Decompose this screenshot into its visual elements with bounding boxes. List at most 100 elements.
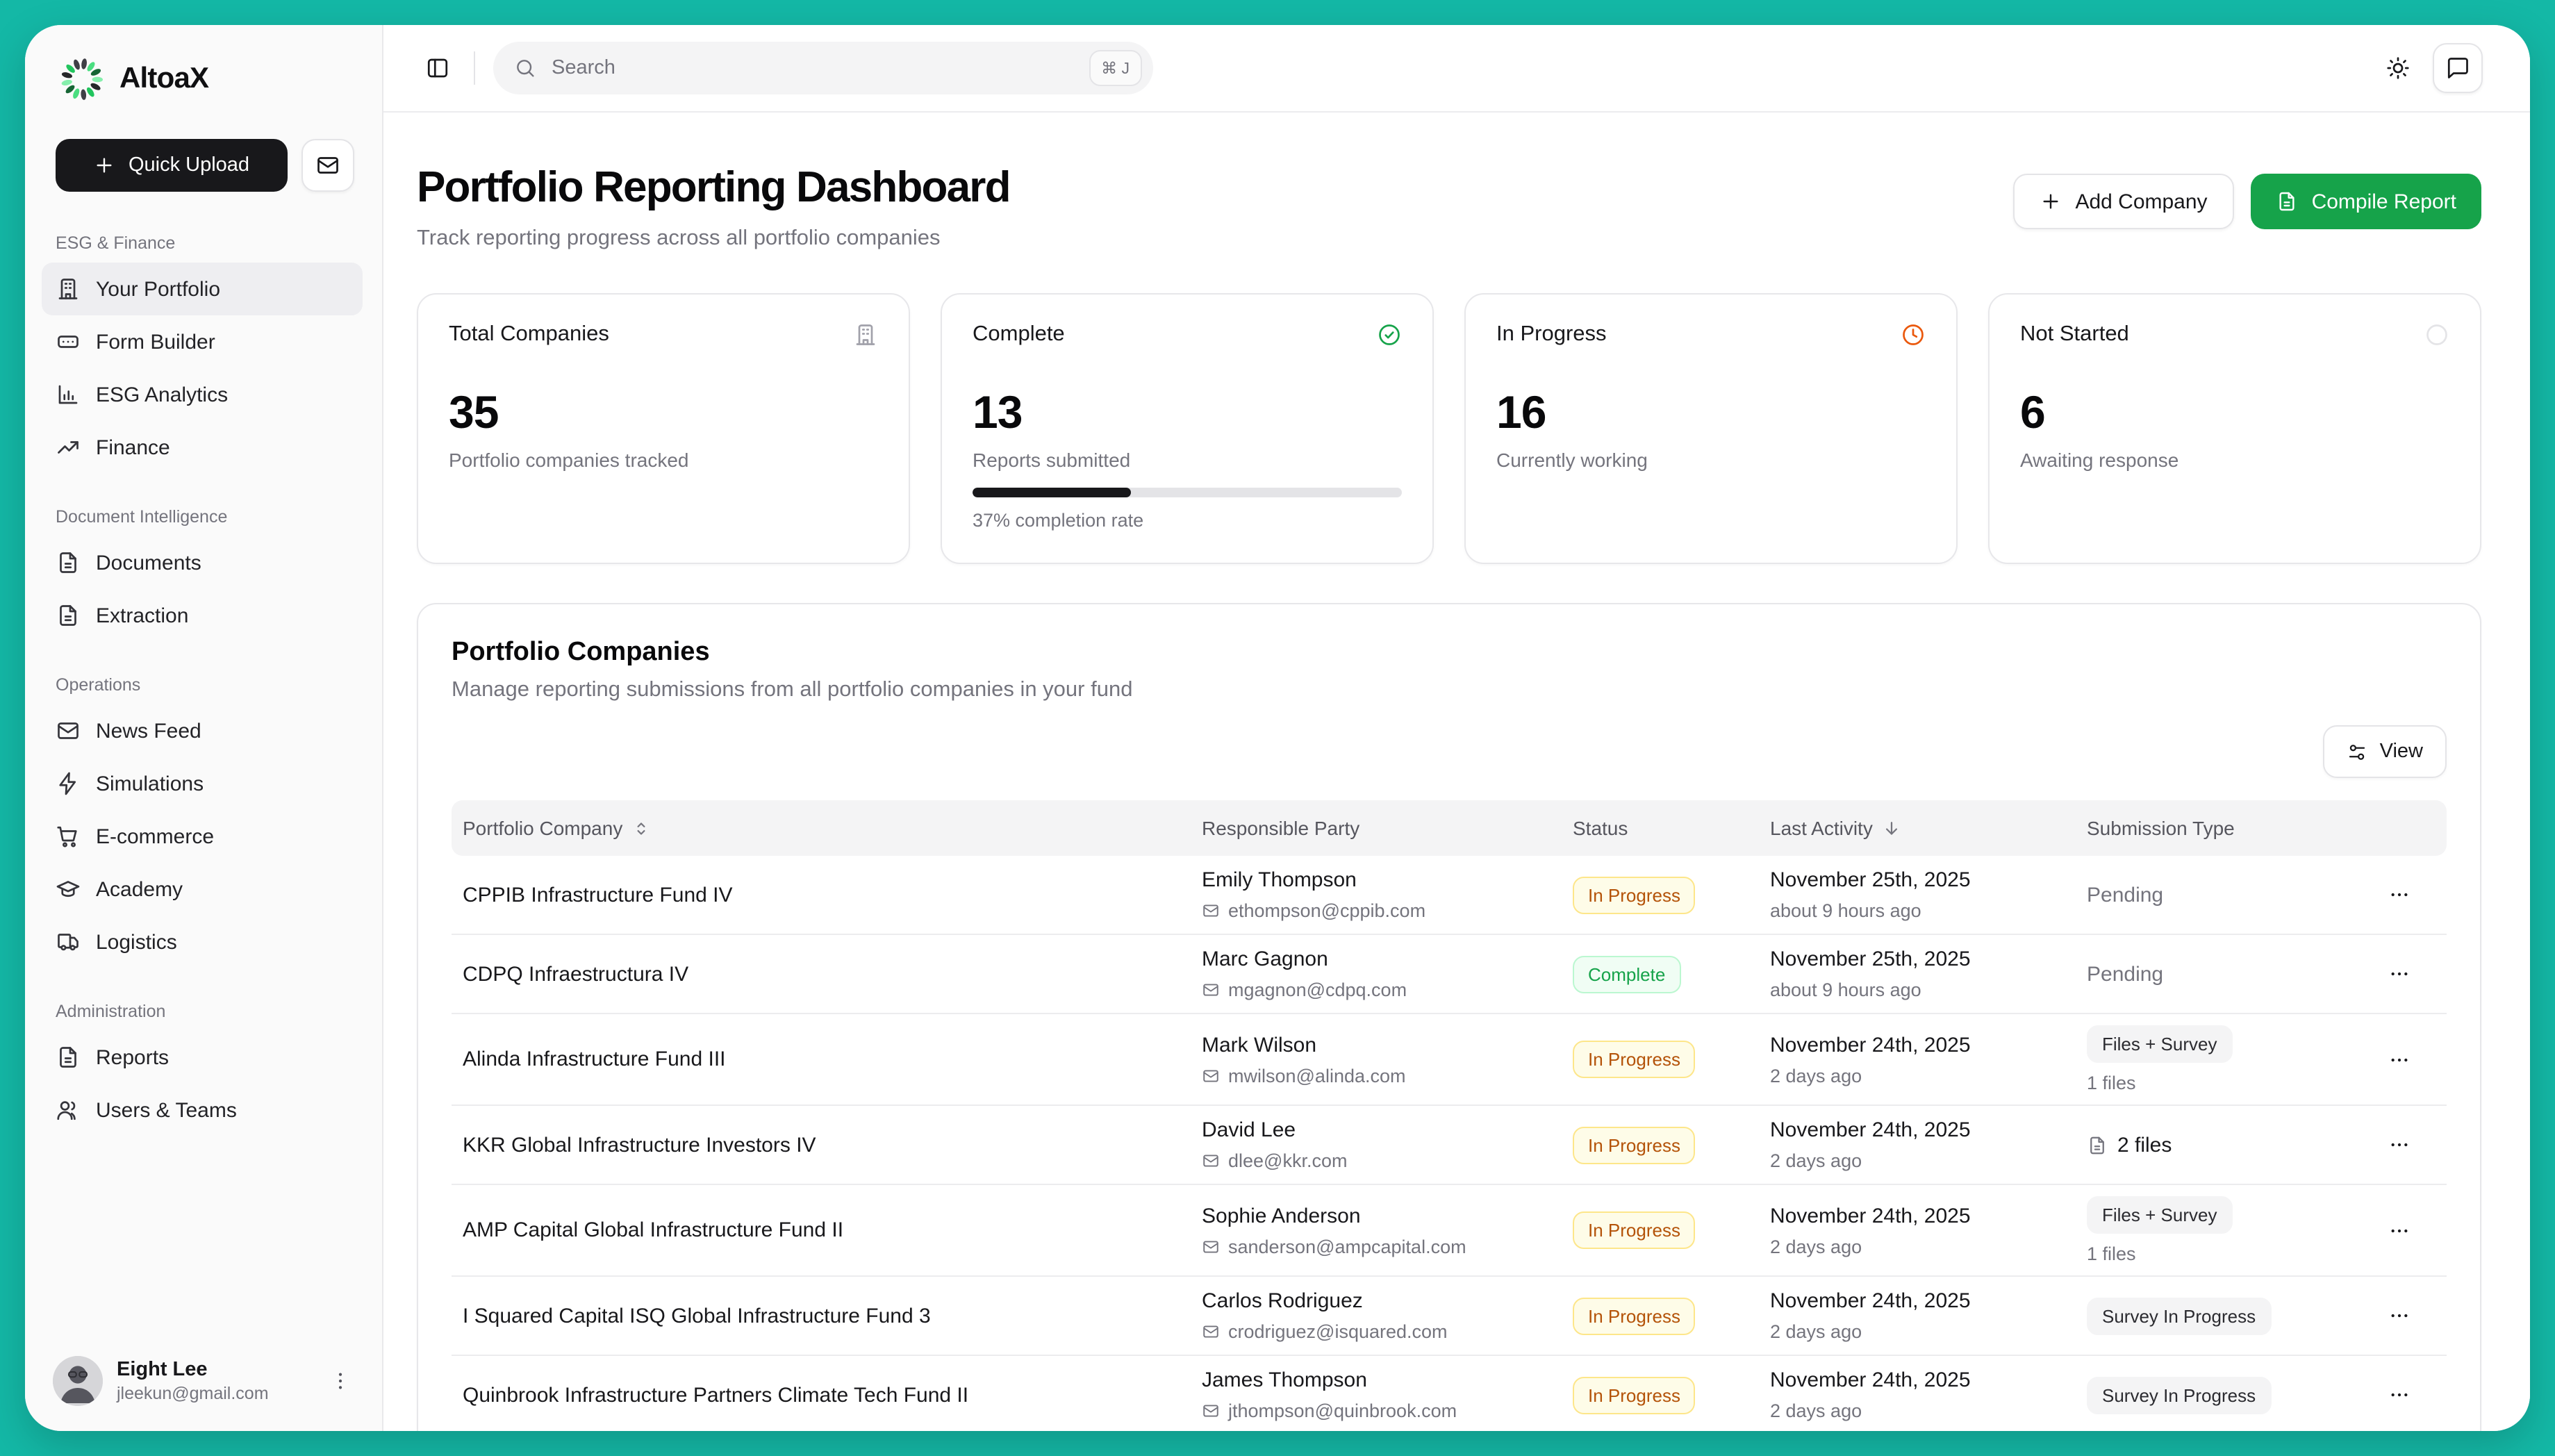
sidebar-item-form-builder[interactable]: Form Builder	[42, 315, 363, 368]
user-row[interactable]: Eight Lee jleekun@gmail.com	[42, 1348, 363, 1412]
users-icon	[56, 1098, 81, 1123]
row-actions-button[interactable]	[2378, 1039, 2420, 1080]
column-label: Responsible Party	[1202, 817, 1359, 839]
assistant-button[interactable]	[2433, 43, 2483, 93]
table-row: I Squared Capital ISQ Global Infrastruct…	[452, 1277, 2447, 1356]
nav-section-label: Document Intelligence	[42, 507, 363, 527]
shopping-cart-icon	[56, 824, 81, 849]
submission-badge: Survey In Progress	[2087, 1376, 2271, 1414]
mail-icon	[1202, 1066, 1220, 1084]
contact-email: mwilson@alinda.com	[1202, 1065, 1573, 1086]
sidebar-item-label: Extraction	[96, 604, 188, 627]
building-icon	[56, 276, 81, 301]
avatar	[53, 1356, 103, 1406]
last-activity-date: November 24th, 2025	[1770, 1368, 2087, 1392]
contact-name: Emily Thompson	[1202, 868, 1573, 892]
bar-chart-icon	[56, 382, 81, 407]
contact-name: Marc Gagnon	[1202, 948, 1573, 971]
row-actions-button[interactable]	[2378, 1374, 2420, 1416]
sidebar-item-logistics[interactable]: Logistics	[42, 916, 363, 968]
stat-title: Complete	[973, 322, 1065, 347]
sidebar-item-e-commerce[interactable]: E-commerce	[42, 810, 363, 863]
submission-type: Pending	[2087, 883, 2351, 907]
sidebar-item-documents[interactable]: Documents	[42, 536, 363, 589]
inbox-button[interactable]	[301, 139, 354, 192]
circle-icon	[2424, 322, 2449, 347]
sidebar: AltoaX Quick Upload ESG & FinanceYour Po…	[25, 25, 383, 1431]
column-header-last-activity[interactable]: Last Activity	[1770, 817, 2087, 839]
app-stage: AltoaX Quick Upload ESG & FinanceYour Po…	[0, 0, 2555, 1456]
sidebar-item-extraction[interactable]: Extraction	[42, 589, 363, 642]
row-actions-button[interactable]	[2378, 1124, 2420, 1166]
quick-upload-button[interactable]: Quick Upload	[56, 139, 288, 192]
last-activity-relative: 2 days ago	[1770, 1400, 2087, 1421]
ellipsis-icon	[2388, 963, 2410, 985]
row-actions-button[interactable]	[2378, 1209, 2420, 1251]
stat-value: 35	[449, 386, 878, 439]
view-button-label: View	[2380, 741, 2423, 763]
sidebar-item-users-teams[interactable]: Users & Teams	[42, 1084, 363, 1136]
table-row: AMP Capital Global Infrastructure Fund I…	[452, 1185, 2447, 1277]
sidebar-item-reports[interactable]: Reports	[42, 1031, 363, 1084]
table-header-row: Portfolio CompanyResponsible Party Status…	[452, 800, 2447, 856]
sidebar-item-label: Your Portfolio	[96, 277, 220, 301]
sidebar-item-academy[interactable]: Academy	[42, 863, 363, 916]
page-content: Portfolio Reporting Dashboard Track repo…	[383, 113, 2530, 1431]
sidebar-item-news-feed[interactable]: News Feed	[42, 704, 363, 757]
status-badge: Complete	[1573, 955, 1680, 993]
sidebar-item-finance[interactable]: Finance	[42, 421, 363, 474]
file-icon	[2087, 1134, 2108, 1155]
brand-logo-row: AltoaX	[42, 56, 363, 103]
column-header-portfolio-company[interactable]: Portfolio Company	[452, 817, 1202, 839]
stat-title: Not Started	[2020, 322, 2129, 347]
column-label: Last Activity	[1770, 817, 1873, 839]
mail-icon	[1202, 1323, 1220, 1341]
column-header-submission-type: Submission Type	[2087, 817, 2351, 839]
row-actions-button[interactable]	[2378, 1295, 2420, 1337]
submission-note: 1 files	[2087, 1073, 2351, 1093]
user-menu-button[interactable]	[321, 1362, 360, 1400]
company-name: CPPIB Infrastructure Fund IV	[452, 883, 1202, 907]
last-activity-relative: 2 days ago	[1770, 1236, 2087, 1257]
sliders-icon	[2347, 741, 2367, 762]
stat-caption: Awaiting response	[2020, 449, 2449, 471]
sidebar-toggle-button[interactable]	[420, 50, 456, 86]
stats-grid: Total Companies35Portfolio companies tra…	[417, 293, 2481, 564]
stat-caption: Currently working	[1496, 449, 1926, 471]
add-company-label: Add Company	[2075, 190, 2207, 213]
theme-toggle-button[interactable]	[2380, 50, 2416, 86]
last-activity-date: November 25th, 2025	[1770, 868, 2087, 892]
plus-icon	[94, 154, 116, 176]
clock-icon	[1901, 322, 1926, 347]
column-header-status: Status	[1573, 817, 1770, 839]
ellipsis-icon	[2388, 1048, 2410, 1070]
ellipsis-icon	[2388, 1219, 2410, 1241]
table-body: CPPIB Infrastructure Fund IVEmily Thomps…	[452, 856, 2447, 1431]
last-activity-relative: 2 days ago	[1770, 1150, 2087, 1171]
sidebar-item-your-portfolio[interactable]: Your Portfolio	[42, 263, 363, 315]
avatar-image	[53, 1356, 103, 1406]
search-icon	[514, 57, 536, 79]
table-row: CDPQ Infraestructura IVMarc Gagnonmgagno…	[452, 935, 2447, 1014]
stat-value: 16	[1496, 386, 1926, 439]
search-input[interactable]	[549, 56, 1076, 81]
completion-progress-caption: 37% completion rate	[973, 510, 1402, 531]
row-actions-button[interactable]	[2378, 953, 2420, 995]
completion-progress-bar	[973, 488, 1402, 497]
main-area: ⌘ J Portfolio Reporting Dashboard Track …	[383, 25, 2530, 1431]
column-label: Submission Type	[2087, 817, 2235, 839]
sidebar-item-esg-analytics[interactable]: ESG Analytics	[42, 368, 363, 421]
search-box[interactable]: ⌘ J	[493, 42, 1153, 94]
stat-value: 13	[973, 386, 1402, 439]
table-card-title: Portfolio Companies	[452, 638, 2447, 668]
sidebar-item-label: ESG Analytics	[96, 383, 228, 406]
column-label: Status	[1573, 817, 1628, 839]
contact-email: crodriguez@isquared.com	[1202, 1321, 1573, 1342]
add-company-button[interactable]: Add Company	[2012, 174, 2233, 229]
file-text-icon	[56, 1045, 81, 1070]
view-button[interactable]: View	[2323, 725, 2447, 778]
page-subtitle: Track reporting progress across all port…	[417, 226, 1010, 251]
compile-report-button[interactable]: Compile Report	[2251, 174, 2481, 229]
row-actions-button[interactable]	[2378, 874, 2420, 916]
sidebar-item-simulations[interactable]: Simulations	[42, 757, 363, 810]
